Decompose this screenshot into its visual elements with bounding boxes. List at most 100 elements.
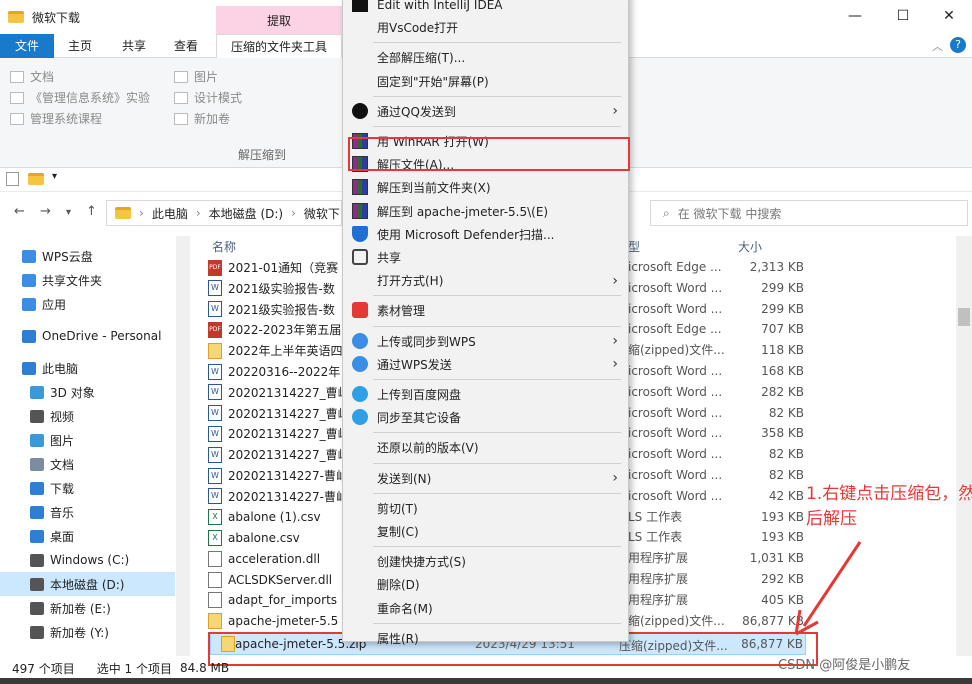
doc-file-icon: W bbox=[208, 488, 222, 505]
search-placeholder: 在 微软下载 中搜索 bbox=[677, 206, 782, 221]
menu-item-19[interactable]: 通过WPS发送 › bbox=[343, 353, 630, 376]
menu-item-6[interactable]: 通过QQ发送到 › bbox=[343, 100, 630, 123]
menu-item-label: 还原以前的版本(V) bbox=[377, 441, 479, 456]
file-list-scrollbar[interactable] bbox=[956, 236, 972, 656]
menu-item-12[interactable]: 使用 Microsoft Defender扫描... bbox=[343, 223, 630, 246]
tab-home[interactable]: 主页 bbox=[56, 34, 104, 58]
menu-item-33[interactable]: 重命名(M) bbox=[343, 597, 630, 620]
ribbon-dest-docs[interactable]: 文档 bbox=[10, 68, 54, 85]
menu-item-32[interactable]: 删除(D) bbox=[343, 573, 630, 596]
minimize-button[interactable]: — bbox=[832, 0, 878, 32]
menu-item-14[interactable]: 打开方式(H) › bbox=[343, 269, 630, 292]
sidebar-item[interactable]: 音乐 bbox=[0, 500, 175, 524]
file-type: icrosoft Word ... bbox=[628, 384, 723, 399]
menu-item-31[interactable]: 创建快捷方式(S) bbox=[343, 550, 630, 573]
file-name: abalone.csv bbox=[228, 530, 300, 545]
tab-share[interactable]: 共享 bbox=[110, 34, 158, 58]
menu-item-29[interactable]: 复制(C) bbox=[343, 520, 630, 543]
up-icon[interactable]: ↑ bbox=[86, 204, 97, 219]
sidebar-item-label: 新加卷 (E:) bbox=[50, 601, 111, 616]
ribbon-dest-volume[interactable]: 新加卷 bbox=[174, 110, 230, 127]
tab-extract-context[interactable]: 提取 bbox=[216, 6, 342, 34]
menu-item-16[interactable]: 素材管理 bbox=[343, 299, 630, 322]
file-name: adapt_for_imports bbox=[228, 593, 338, 608]
menu-item-4[interactable]: 固定到"开始"屏幕(P) bbox=[343, 70, 630, 93]
sidebar-item[interactable]: 视频 bbox=[0, 404, 175, 428]
menu-item-26[interactable]: 发送到(N) › bbox=[343, 467, 630, 490]
sidebar-item[interactable]: 图片 bbox=[0, 428, 175, 452]
file-name: 202021314227-曹屾 bbox=[228, 469, 348, 483]
sidebar-item[interactable]: 应用 bbox=[0, 292, 175, 316]
breadcrumb-this-pc[interactable]: 此电脑 bbox=[152, 205, 188, 222]
ribbon-dest-design[interactable]: 设计模式 bbox=[174, 89, 242, 106]
column-header-size[interactable]: 大小 bbox=[738, 238, 762, 255]
navigation-pane: WPS云盘 共享文件夹 应用 OneDrive - Personal 此电脑 3D 对象视… bbox=[0, 236, 190, 656]
sidebar-item[interactable]: 3D 对象 bbox=[0, 380, 175, 404]
forward-icon[interactable]: → bbox=[40, 204, 51, 219]
back-icon[interactable]: ← bbox=[14, 204, 25, 219]
file-name: 202021314227-曹屾 bbox=[228, 489, 348, 504]
menu-item-0[interactable]: Edit with IntelliJ IDEA bbox=[343, 0, 630, 16]
search-input[interactable]: ⌕ 在 微软下载 中搜索 bbox=[650, 200, 968, 226]
ribbon-dest-course[interactable]: 管理系统课程 bbox=[10, 110, 102, 127]
sidebar-item[interactable]: 新加卷 (E:) bbox=[0, 596, 175, 620]
menu-item-13[interactable]: 共享 bbox=[343, 246, 630, 269]
sidebar-item[interactable]: Windows (C:) bbox=[0, 548, 175, 572]
menu-item-22[interactable]: 同步至其它设备 bbox=[343, 406, 630, 429]
file-name: 202021314227_曹屾 bbox=[228, 448, 350, 463]
tab-compressed-tools[interactable]: 压缩的文件夹工具 bbox=[216, 34, 342, 58]
close-button[interactable]: ✕ bbox=[926, 0, 972, 32]
sidebar-item[interactable]: 本地磁盘 (D:) bbox=[0, 572, 175, 596]
menu-item-18[interactable]: 上传或同步到WPS › bbox=[343, 330, 630, 353]
ribbon-dest-pictures[interactable]: 图片 bbox=[174, 68, 218, 85]
sidebar-item[interactable]: 此电脑 bbox=[0, 356, 175, 380]
scrollbar-thumb[interactable] bbox=[958, 308, 970, 326]
file-type: icrosoft Edge ... bbox=[628, 322, 722, 337]
recent-locations-icon[interactable]: ▾ bbox=[66, 207, 71, 218]
menu-item-3[interactable]: 全部解压缩(T)... bbox=[343, 46, 630, 69]
share-icon bbox=[352, 249, 368, 265]
tab-file[interactable]: 文件 bbox=[0, 34, 54, 58]
sidebar-scrollbar[interactable] bbox=[176, 236, 190, 656]
sidebar-item[interactable]: 共享文件夹 bbox=[0, 268, 175, 292]
send-icon bbox=[352, 355, 368, 372]
properties-icon[interactable] bbox=[6, 172, 19, 186]
breadcrumb-drive[interactable]: 本地磁盘 (D:) bbox=[209, 205, 283, 222]
menu-item-24[interactable]: 还原以前的版本(V) bbox=[343, 436, 630, 459]
collapse-ribbon-icon[interactable]: ︿ bbox=[932, 38, 943, 54]
ribbon-dest-label: 新加卷 bbox=[194, 112, 231, 126]
new-folder-icon[interactable] bbox=[28, 173, 44, 185]
sidebar-item[interactable]: 文档 bbox=[0, 452, 175, 476]
sidebar-item-icon bbox=[22, 249, 36, 263]
menu-item-28[interactable]: 剪切(T) bbox=[343, 497, 630, 520]
file-type: icrosoft Edge ... bbox=[628, 260, 722, 274]
sidebar-item[interactable]: WPS云盘 bbox=[0, 244, 175, 268]
sidebar-item-label: 桌面 bbox=[50, 529, 75, 544]
menu-item-35[interactable]: 属性(R) bbox=[343, 627, 630, 650]
chevron-right-icon: › bbox=[612, 103, 618, 120]
sidebar-item[interactable]: 下载 bbox=[0, 476, 175, 500]
sidebar-item[interactable]: 新加卷 (Y:) bbox=[0, 620, 175, 644]
file-name: 202021314227_曹屾 bbox=[228, 385, 350, 400]
maximize-button[interactable]: ☐ bbox=[880, 0, 926, 32]
sidebar-item-icon bbox=[30, 553, 44, 567]
tab-view[interactable]: 查看 bbox=[162, 34, 210, 58]
csv-file-icon: X bbox=[208, 509, 222, 526]
help-icon[interactable]: ? bbox=[950, 37, 966, 53]
sidebar-item-icon bbox=[30, 481, 44, 495]
menu-item-1[interactable]: 用VsCode打开 bbox=[343, 16, 630, 39]
sidebar-item[interactable]: OneDrive - Personal bbox=[0, 324, 175, 348]
sidebar-item[interactable]: 桌面 bbox=[0, 524, 175, 548]
idea-icon bbox=[352, 0, 368, 12]
ribbon-dest-mis[interactable]: 《管理信息系统》实验 bbox=[10, 89, 150, 106]
menu-item-21[interactable]: 上传到百度网盘 bbox=[343, 383, 630, 406]
menu-item-10[interactable]: 解压到当前文件夹(X) bbox=[343, 176, 630, 199]
menu-item-11[interactable]: 解压到 apache-jmeter-5.5\(E) bbox=[343, 200, 630, 223]
menu-item-label: 创建快捷方式(S) bbox=[377, 555, 466, 570]
address-bar[interactable]: › 此电脑 › 本地磁盘 (D:) › 微软下 bbox=[106, 200, 342, 226]
column-header-name[interactable]: 名称 bbox=[212, 238, 236, 255]
file-size: 358 KB bbox=[761, 426, 804, 441]
breadcrumb-folder[interactable]: 微软下 bbox=[304, 205, 340, 222]
customize-toolbar-icon[interactable]: ▾ bbox=[52, 171, 57, 182]
folder-icon bbox=[10, 112, 24, 125]
